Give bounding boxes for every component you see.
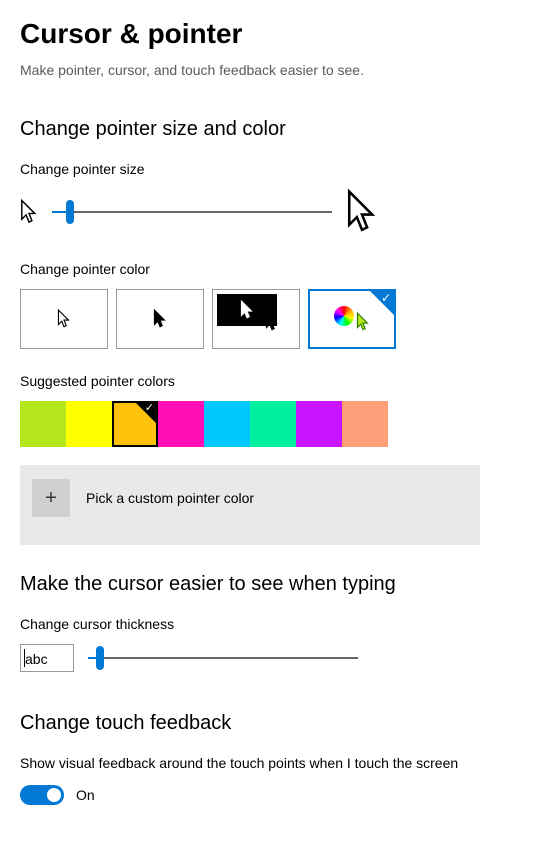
color-swatch-salmon[interactable] xyxy=(342,401,388,447)
cursor-thickness-preview: abc xyxy=(20,644,74,672)
section-heading-pointer-size-color: Change pointer size and color xyxy=(20,118,522,141)
color-swatch-teal[interactable] xyxy=(250,401,296,447)
pointer-size-label: Change pointer size xyxy=(20,161,522,177)
pointer-size-min-icon xyxy=(20,199,38,225)
pointer-size-slider[interactable] xyxy=(52,200,332,224)
pointer-color-option-black[interactable] xyxy=(116,289,204,349)
suggested-colors-label: Suggested pointer colors xyxy=(20,373,522,389)
plus-icon: + xyxy=(32,479,70,517)
color-swatch-lime[interactable] xyxy=(20,401,66,447)
page-title: Cursor & pointer xyxy=(20,18,522,50)
pointer-color-option-white[interactable] xyxy=(20,289,108,349)
cursor-thickness-slider[interactable] xyxy=(88,646,358,670)
touch-feedback-toggle[interactable] xyxy=(20,785,64,805)
pick-custom-color-button[interactable]: + Pick a custom pointer color xyxy=(20,465,480,545)
cursor-thickness-slider-thumb[interactable] xyxy=(96,646,104,670)
section-heading-touch-feedback: Change touch feedback xyxy=(20,712,522,735)
cursor-thickness-label: Change cursor thickness xyxy=(20,616,522,632)
pointer-color-option-inverted[interactable] xyxy=(212,289,300,349)
section-heading-cursor-typing: Make the cursor easier to see when typin… xyxy=(20,573,522,596)
color-swatch-magenta[interactable] xyxy=(158,401,204,447)
color-swatch-purple[interactable] xyxy=(296,401,342,447)
checkmark-icon: ✓ xyxy=(145,403,154,414)
page-subtitle: Make pointer, cursor, and touch feedback… xyxy=(20,62,522,78)
pick-custom-color-label: Pick a custom pointer color xyxy=(86,490,254,506)
color-swatch-gold[interactable]: ✓ xyxy=(112,401,158,447)
touch-feedback-toggle-state: On xyxy=(76,787,95,803)
checkmark-icon: ✓ xyxy=(381,292,391,304)
color-swatch-yellow[interactable] xyxy=(66,401,112,447)
pointer-color-label: Change pointer color xyxy=(20,261,522,277)
pointer-color-option-custom[interactable]: ✓ xyxy=(308,289,396,349)
color-wheel-icon xyxy=(334,306,354,326)
suggested-color-swatches: ✓ xyxy=(20,401,522,447)
touch-feedback-description: Show visual feedback around the touch po… xyxy=(20,755,490,771)
pointer-size-max-icon xyxy=(346,189,378,235)
pointer-size-slider-thumb[interactable] xyxy=(66,200,74,224)
color-swatch-cyan[interactable] xyxy=(204,401,250,447)
